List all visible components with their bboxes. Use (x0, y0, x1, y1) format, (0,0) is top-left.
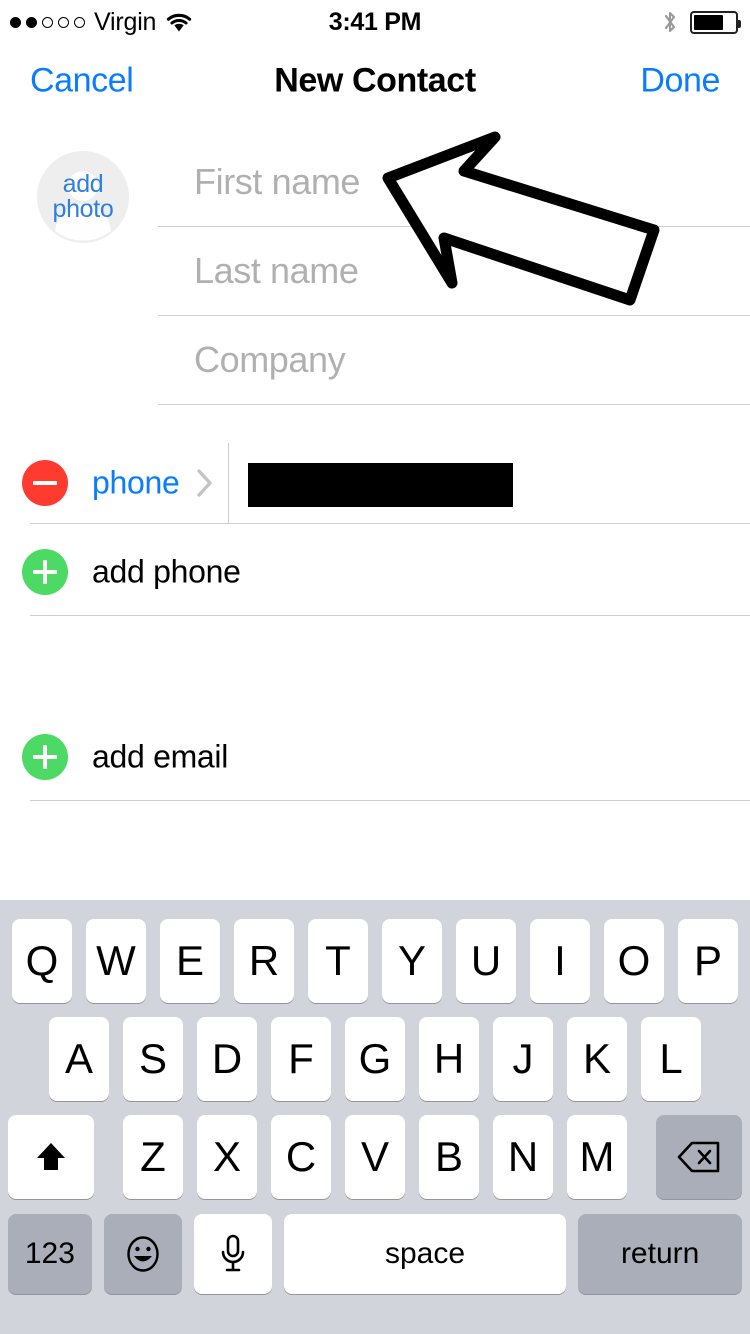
add-email-icon[interactable] (22, 734, 68, 780)
status-bar: Virgin 3:41 PM (0, 0, 750, 44)
key-a[interactable]: A (49, 1017, 109, 1101)
key-s[interactable]: S (123, 1017, 183, 1101)
add-photo-line-1: add (62, 169, 104, 198)
keyboard-row-1: QWERTYUIOP (0, 912, 750, 1010)
return-key[interactable]: return (578, 1214, 742, 1294)
bluetooth-icon (664, 11, 676, 33)
key-g[interactable]: G (345, 1017, 405, 1101)
key-r[interactable]: R (234, 919, 294, 1003)
shift-key[interactable] (8, 1115, 94, 1199)
add-email-label[interactable]: add email (92, 739, 228, 776)
key-o[interactable]: O (604, 919, 664, 1003)
add-phone-separator (30, 615, 750, 616)
contact-form: add photo First name Last name Company p… (0, 118, 750, 900)
numbers-key[interactable]: 123 (8, 1214, 92, 1294)
add-phone-row[interactable]: add phone (0, 533, 750, 611)
key-h[interactable]: H (419, 1017, 479, 1101)
add-email-row[interactable]: add email (0, 718, 750, 796)
key-v[interactable]: V (345, 1115, 405, 1199)
name-fields-group: First name Last name Company (158, 138, 750, 405)
chevron-right-icon (197, 469, 212, 497)
key-m[interactable]: M (567, 1115, 627, 1199)
phone-field-divider (228, 443, 229, 523)
navigation-bar: Cancel New Contact Done (0, 44, 750, 118)
status-bar-right (662, 9, 741, 35)
plus-glyph-v (43, 560, 47, 584)
first-name-placeholder: First name (194, 161, 361, 202)
delete-backspace-icon (677, 1141, 720, 1173)
key-j[interactable]: J (493, 1017, 553, 1101)
add-phone-icon[interactable] (22, 549, 68, 595)
phone-label-button[interactable]: phone (92, 465, 180, 502)
key-y[interactable]: Y (382, 919, 442, 1003)
phone-number-redaction (248, 463, 513, 507)
shift-up-arrow-icon (37, 1143, 65, 1170)
key-q[interactable]: Q (12, 919, 72, 1003)
phone-row: phone (0, 443, 750, 523)
key-x[interactable]: X (197, 1115, 257, 1199)
remove-phone-button[interactable] (22, 460, 68, 506)
key-c[interactable]: C (271, 1115, 331, 1199)
add-phone-label[interactable]: add phone (92, 554, 241, 591)
last-name-field[interactable]: Last name (158, 227, 750, 316)
add-email-separator (30, 800, 750, 801)
space-key[interactable]: space (283, 1214, 567, 1294)
microphone-icon (221, 1234, 245, 1272)
key-e[interactable]: E (160, 919, 220, 1003)
key-p[interactable]: P (678, 919, 738, 1003)
plus-glyph-v (43, 745, 47, 769)
battery-icon (690, 10, 741, 34)
emoji-smiley-icon (127, 1236, 159, 1272)
key-b[interactable]: B (419, 1115, 479, 1199)
done-button[interactable]: Done (640, 62, 720, 101)
dictation-key[interactable] (193, 1214, 272, 1294)
on-screen-keyboard: QWERTYUIOP ASDFGHJKL ZXCVBNM 123 space r… (0, 900, 750, 1334)
page-title: New Contact (274, 61, 476, 100)
add-photo-label: add photo (52, 169, 114, 223)
phone-row-separator (30, 523, 750, 524)
keyboard-row-2: ASDFGHJKL (0, 1010, 750, 1108)
company-field[interactable]: Company (158, 316, 750, 405)
company-placeholder: Company (194, 339, 346, 380)
key-n[interactable]: N (493, 1115, 553, 1199)
key-l[interactable]: L (641, 1017, 701, 1101)
keyboard-row-3: ZXCVBNM (0, 1108, 750, 1206)
key-z[interactable]: Z (123, 1115, 183, 1199)
key-t[interactable]: T (308, 919, 368, 1003)
add-photo-button[interactable]: add photo (37, 151, 129, 243)
key-w[interactable]: W (86, 919, 146, 1003)
keyboard-row-4: 123 space return (0, 1206, 750, 1302)
key-f[interactable]: F (271, 1017, 331, 1101)
emoji-key[interactable] (103, 1214, 182, 1294)
first-name-field[interactable]: First name (158, 138, 750, 227)
add-photo-line-2: photo (52, 195, 114, 223)
key-k[interactable]: K (567, 1017, 627, 1101)
key-u[interactable]: U (456, 919, 516, 1003)
minus-glyph (33, 481, 57, 485)
key-d[interactable]: D (197, 1017, 257, 1101)
status-bar-clock: 3:41 PM (328, 7, 422, 36)
last-name-placeholder: Last name (194, 250, 359, 291)
key-i[interactable]: I (530, 919, 590, 1003)
backspace-key[interactable] (656, 1115, 742, 1199)
